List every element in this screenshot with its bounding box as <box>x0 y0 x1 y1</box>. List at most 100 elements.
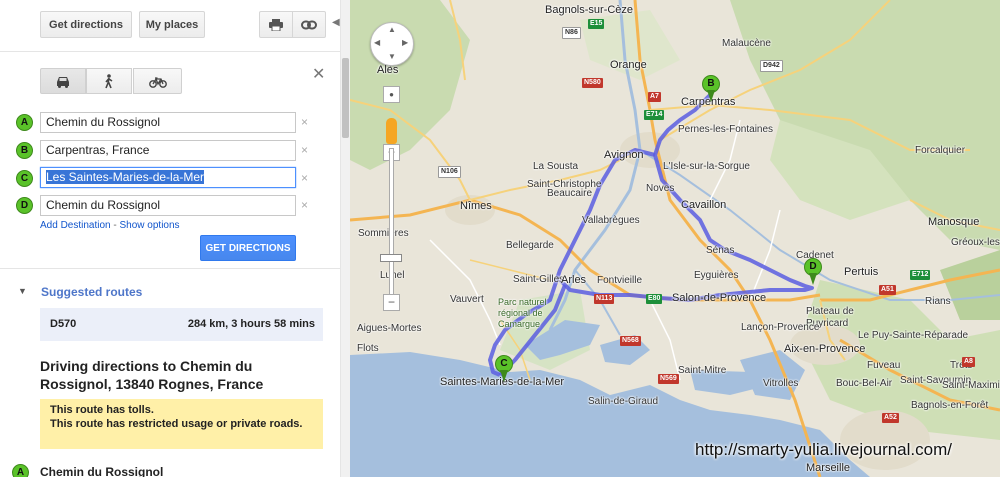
waypoint-marker-c: C <box>16 170 33 187</box>
map-label: Rians <box>925 296 951 307</box>
waypoint-marker-a: A <box>16 114 33 131</box>
road-shield: A51 <box>879 285 896 295</box>
map-label: Malaucène <box>722 38 771 49</box>
road-shield: N106 <box>438 166 461 178</box>
directions-title: Driving directions to Chemin du Rossigno… <box>40 358 264 392</box>
road-shield: N569 <box>658 374 679 384</box>
divider <box>0 51 340 52</box>
warning-tolls: This route has tolls. <box>50 404 154 416</box>
remove-waypoint-d-icon[interactable]: × <box>301 198 308 212</box>
map-label: Flots <box>357 343 379 354</box>
marker-tip <box>809 273 817 285</box>
mode-cycling-button[interactable] <box>133 68 182 94</box>
map-marker-c[interactable]: C <box>495 355 513 382</box>
mode-driving-button[interactable] <box>40 68 86 94</box>
pan-up-icon[interactable]: ▲ <box>388 25 396 34</box>
zoom-out-button[interactable]: − <box>383 294 400 311</box>
map-label: Aigues-Mortes <box>357 323 422 334</box>
marker-tip <box>707 90 715 102</box>
street-view-pegman-icon[interactable] <box>386 118 397 144</box>
my-places-button[interactable]: My places <box>139 11 205 38</box>
map-label: Bagnols-sur-Cèze <box>545 4 634 16</box>
mode-walking-button[interactable] <box>86 68 132 94</box>
map-label: Cavaillon <box>681 199 727 211</box>
road-shield: N86 <box>562 27 581 39</box>
waypoint-input-d[interactable]: Chemin du Rossignol <box>40 195 296 216</box>
road-shield: N580 <box>582 78 603 88</box>
map-label: Bellegarde <box>506 240 554 251</box>
map-label: Avignon <box>604 149 644 161</box>
map-label: Sénas <box>706 245 735 256</box>
remove-waypoint-b-icon[interactable]: × <box>301 143 308 157</box>
link-icon <box>301 20 317 30</box>
map-label: Orange <box>610 59 647 71</box>
map-label: Alès <box>377 64 399 76</box>
get-directions-button[interactable]: Get directions <box>40 11 132 38</box>
map-label: Marseille <box>806 462 851 474</box>
waypoint-marker-b: B <box>16 142 33 159</box>
map-label: Manosque <box>928 216 980 228</box>
route-name: D570 <box>50 318 77 330</box>
map-label: Arles <box>561 274 587 286</box>
road-shield: E15 <box>588 19 605 29</box>
show-options-link[interactable]: Show options <box>120 220 180 231</box>
route-distance-time: 284 km, 3 hours 58 mins <box>187 318 315 330</box>
map-marker-b[interactable]: B <box>702 75 720 102</box>
map-label: Parc naturel régional de Camargue <box>498 297 547 329</box>
selected-text: Les Saintes-Maries-de-la-Mer <box>46 170 205 184</box>
map-label: Lançon-Provence <box>741 322 820 333</box>
add-destination-link[interactable]: Add Destination <box>40 220 111 231</box>
collapse-panel-icon[interactable]: ◀ <box>332 17 340 28</box>
pan-left-icon[interactable]: ◀ <box>374 38 380 47</box>
road-shield: A8 <box>962 357 975 367</box>
map-label: Pertuis <box>844 266 879 278</box>
map-label: Salin-de-Giraud <box>588 396 659 407</box>
close-directions-icon[interactable]: ✕ <box>312 64 325 84</box>
map-label: Vitrolles <box>763 378 799 389</box>
print-button[interactable] <box>259 11 293 38</box>
watermark: http://smarty-yulia.livejournal.com/ <box>695 440 952 459</box>
remove-waypoint-c-icon[interactable]: × <box>301 171 308 185</box>
road-shield: E712 <box>910 270 931 280</box>
scrollbar-thumb[interactable] <box>342 58 349 138</box>
map-label: Le Puy-Sainte-Réparade <box>858 330 969 341</box>
waypoint-input-a[interactable]: Chemin du Rossignol <box>40 112 296 133</box>
waypoint-input-c[interactable]: Les Saintes-Maries-de-la-Mer <box>40 167 296 188</box>
reset-view-icon[interactable]: ● <box>383 86 400 103</box>
map-marker-d[interactable]: D <box>804 258 822 285</box>
map-label: L'Isle-sur-la-Sorgue <box>663 161 750 172</box>
map-label: Gréoux-les-Bains <box>951 237 1000 248</box>
pan-down-icon[interactable]: ▼ <box>388 52 396 61</box>
map-label: Vallabrègues <box>582 215 640 226</box>
map-label: Nîmes <box>460 200 492 212</box>
waypoint-marker-d: D <box>16 197 33 214</box>
printer-icon <box>269 19 283 32</box>
waypoint-input-b[interactable]: Carpentras, France <box>40 140 296 161</box>
map-label: Vauvert <box>450 294 484 305</box>
remove-waypoint-a-icon[interactable]: × <box>301 115 308 129</box>
road-shield: N568 <box>620 336 641 346</box>
divider <box>0 268 340 269</box>
car-icon <box>57 77 69 88</box>
map-label: Saint-Mitre <box>678 365 727 376</box>
map-label: Bagnols-en-Forêt <box>911 400 989 411</box>
collapse-suggested-icon[interactable]: ▼ <box>18 286 27 296</box>
step-start-label: Chemin du Rossignol <box>40 465 164 477</box>
link-button[interactable] <box>292 11 326 38</box>
pan-control[interactable]: ▲ ▼ ◀ ▶ <box>370 22 414 66</box>
zoom-slider-track[interactable] <box>389 148 394 298</box>
map-canvas[interactable]: Bagnols-sur-Cèze Malaucène Alès Orange C… <box>350 0 1000 477</box>
panel-scrollbar[interactable] <box>340 0 350 477</box>
suggested-routes-heading[interactable]: Suggested routes <box>41 285 142 299</box>
pan-right-icon[interactable]: ▶ <box>402 38 408 47</box>
map-label: Saint-Christophe <box>527 179 602 190</box>
map-label: Fuveau <box>867 360 901 371</box>
get-directions-submit-button[interactable]: GET DIRECTIONS <box>200 235 296 261</box>
map-label: La Sousta <box>533 161 579 172</box>
map-label: Forcalquier <box>915 145 966 156</box>
warning-restricted: This route has restricted usage or priva… <box>50 418 303 430</box>
road-shield: D942 <box>760 60 783 72</box>
route-option[interactable]: D570 284 km, 3 hours 58 mins <box>40 308 323 341</box>
zoom-slider-handle[interactable] <box>380 254 402 262</box>
map-label: Saint-Maximin <box>942 380 1000 391</box>
